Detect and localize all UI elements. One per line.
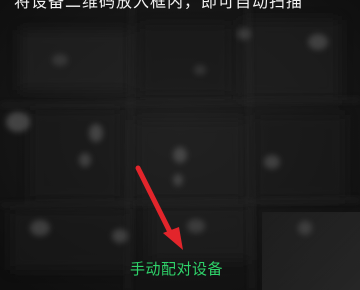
manual-pair-device-button[interactable]: 手动配对设备 bbox=[130, 258, 223, 280]
qr-scan-screen: 将设备二维码放入框内，即可自动扫描 手动配对设备 bbox=[0, 0, 360, 290]
scan-instruction-text: 将设备二维码放入框内，即可自动扫描 bbox=[14, 0, 304, 11]
watermark-overlay bbox=[262, 212, 360, 290]
